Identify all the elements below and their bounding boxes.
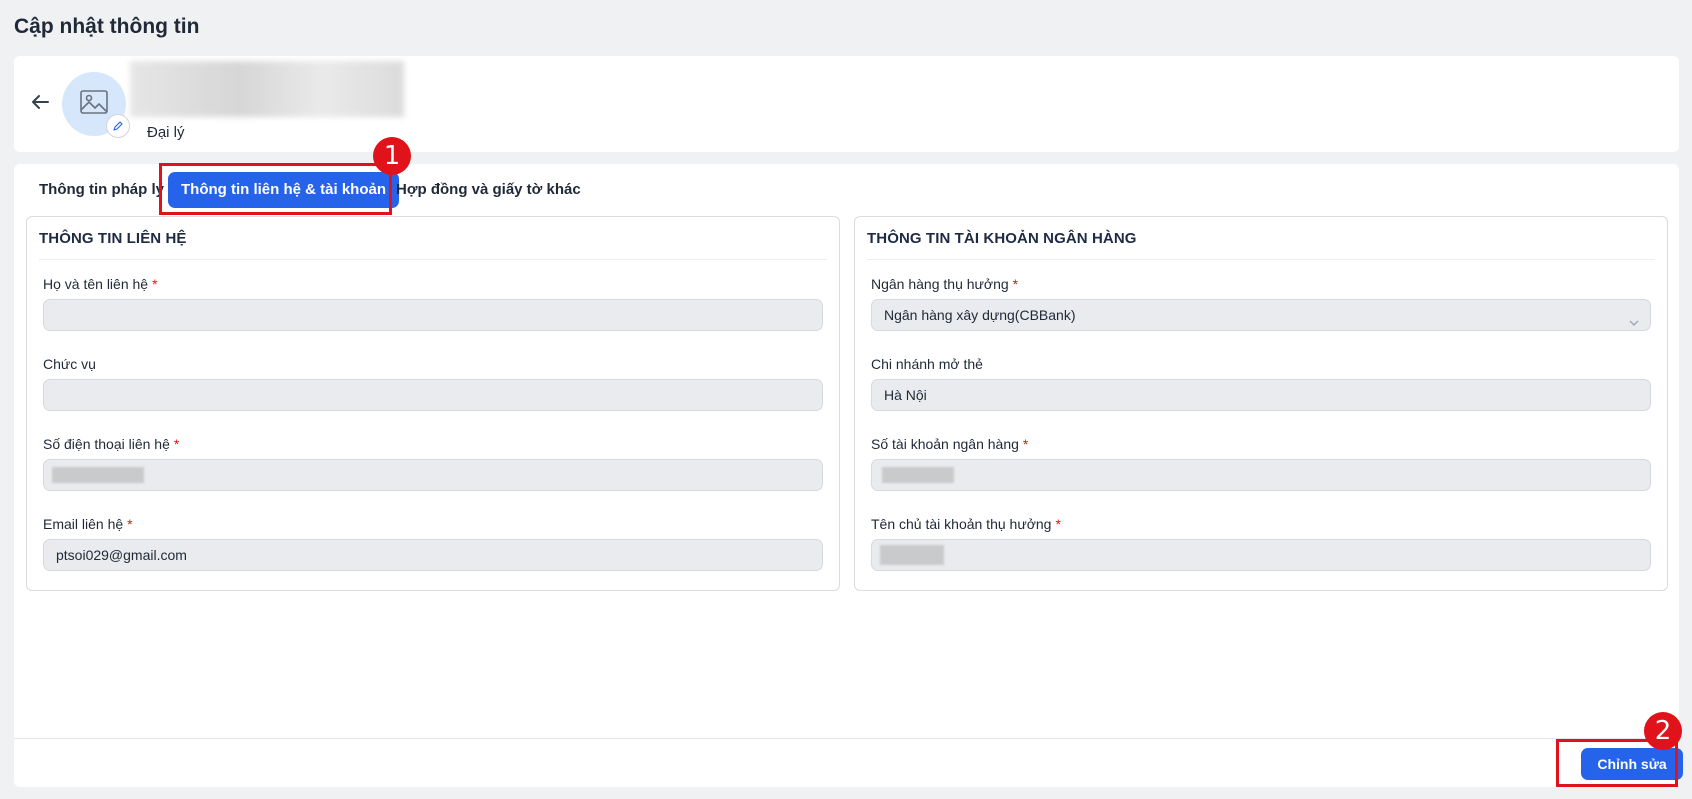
divider <box>867 259 1655 260</box>
account-number-input[interactable] <box>871 459 1651 491</box>
phone-input[interactable] <box>43 459 823 491</box>
field-label: Họ và tên liên hệ * <box>43 276 158 292</box>
field-label: Tên chủ tài khoản thụ hưởng * <box>871 516 1061 532</box>
position-input[interactable] <box>43 379 823 411</box>
contact-panel: THÔNG TIN LIÊN HỆ Họ và tên liên hệ * Chứ… <box>26 216 840 591</box>
divider <box>39 259 827 260</box>
bank-select[interactable]: Ngân hàng xây dựng(CBBank) <box>871 299 1651 331</box>
blurred-phone <box>52 467 144 483</box>
annotation-badge-1: 1 <box>373 137 411 175</box>
contact-name-input[interactable] <box>43 299 823 331</box>
edit-button[interactable]: Chỉnh sửa <box>1581 748 1683 780</box>
tab-legal-info[interactable]: Thông tin pháp lý <box>39 172 164 208</box>
branch-input[interactable]: Hà Nội <box>871 379 1651 411</box>
page-title: Cập nhật thông tin <box>14 15 200 38</box>
account-holder-input[interactable] <box>871 539 1651 571</box>
role-label: Đại lý <box>147 124 185 141</box>
field-label: Chức vụ <box>43 356 96 372</box>
bank-select-value: Ngân hàng xây dựng(CBBank) <box>884 307 1076 323</box>
field-label: Số tài khoản ngân hàng * <box>871 436 1029 452</box>
profile-card: Đại lý <box>14 56 1679 152</box>
field-label: Chi nhánh mở thẻ <box>871 356 983 372</box>
tab-contracts-documents[interactable]: Hợp đồng và giấy tờ khác <box>396 172 581 208</box>
annotation-badge-2: 2 <box>1644 712 1682 750</box>
field-label: Ngân hàng thụ hưởng * <box>871 276 1019 292</box>
blurred-account-number <box>882 467 954 483</box>
tab-bar: Thông tin pháp lý Thông tin liên hệ & tà… <box>14 164 1679 216</box>
blurred-account-holder <box>880 545 944 565</box>
bank-panel-title: THÔNG TIN TÀI KHOẢN NGÂN HÀNG <box>867 230 1137 247</box>
chevron-down-icon <box>1628 309 1640 326</box>
footer-divider <box>14 738 1679 739</box>
tab-contact-account[interactable]: Thông tin liên hệ & tài khoản <box>168 172 399 208</box>
bank-panel: THÔNG TIN TÀI KHOẢN NGÂN HÀNG Ngân hàng … <box>854 216 1668 591</box>
field-label: Số điện thoại liên hệ * <box>43 436 180 452</box>
image-placeholder-icon <box>78 86 110 123</box>
arrow-left-icon[interactable] <box>28 90 52 114</box>
email-input[interactable]: ptsoi029@gmail.com <box>43 539 823 571</box>
blurred-name <box>130 61 404 117</box>
main-card: Thông tin pháp lý Thông tin liên hệ & tà… <box>14 164 1683 787</box>
pencil-icon[interactable] <box>106 114 130 138</box>
field-label: Email liên hệ * <box>43 516 133 532</box>
contact-panel-title: THÔNG TIN LIÊN HỆ <box>39 230 187 247</box>
